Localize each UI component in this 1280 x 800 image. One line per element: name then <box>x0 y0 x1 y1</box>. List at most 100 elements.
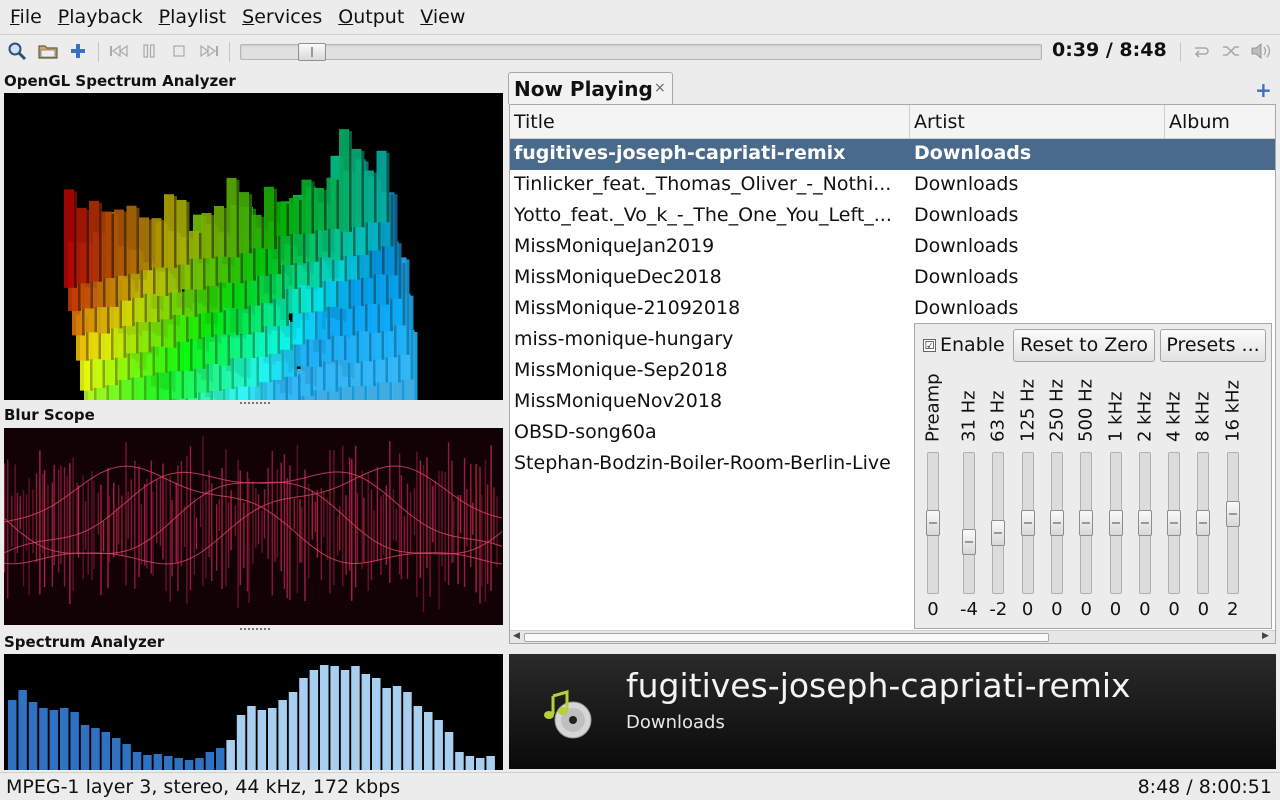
playlist-row[interactable]: fugitives-joseph-capriati-remix Downloads <box>510 139 1275 170</box>
band-value: 0 <box>1139 599 1151 620</box>
column-title[interactable]: Title <box>510 105 910 139</box>
scroll-right-icon[interactable]: ▶ <box>1262 631 1269 641</box>
playlist-row[interactable]: MissMonique-21092018 Downloads <box>510 294 1275 325</box>
tab-now-playing[interactable]: Now Playing × <box>508 72 673 104</box>
track-title: miss-monique-hungary <box>514 328 734 350</box>
menu-playlist[interactable]: Playlist <box>159 6 227 28</box>
slider-handle[interactable] <box>1225 500 1240 527</box>
time-display: 0:39 / 8:48 <box>1052 39 1167 61</box>
band-value: -2 <box>989 599 1008 620</box>
open-folder-icon[interactable] <box>37 40 59 62</box>
band-slider[interactable] <box>1108 452 1123 594</box>
band-label: 31 Hz <box>958 390 980 442</box>
slider-handle[interactable] <box>962 529 976 555</box>
total-time: 8:48 / 8:00:51 <box>1137 776 1272 798</box>
scroll-left-icon[interactable]: ◀ <box>513 631 520 641</box>
blur-scope-title: Blur Scope <box>4 406 95 424</box>
slider-handle[interactable] <box>1137 510 1152 536</box>
band-value: 0 <box>1197 599 1210 620</box>
track-title: MissMoniqueJan2019 <box>514 235 715 257</box>
slider-handle[interactable] <box>1049 510 1064 536</box>
slider-handle[interactable] <box>926 510 940 536</box>
band-slider[interactable] <box>1137 452 1152 594</box>
column-album[interactable]: Album <box>1165 105 1275 139</box>
stop-icon[interactable] <box>168 40 190 62</box>
band-slider[interactable] <box>1049 452 1064 594</box>
track-artist: Downloads <box>914 297 1019 319</box>
band-value: 0 <box>1051 599 1063 620</box>
enable-label[interactable]: Enable <box>940 334 1005 356</box>
menu-playback[interactable]: Playback <box>58 6 143 28</box>
menu-output[interactable]: Output <box>338 6 404 28</box>
playlist-row[interactable]: MissMoniqueDec2018 Downloads <box>510 263 1275 294</box>
slider-handle[interactable] <box>1079 510 1094 536</box>
stream-format: MPEG-1 layer 3, stereo, 44 kHz, 172 kbps <box>6 776 401 798</box>
presets-button[interactable]: Presets ... <box>1160 329 1266 362</box>
next-icon[interactable] <box>198 40 220 62</box>
repeat-icon[interactable] <box>1190 40 1212 62</box>
band-value: 2 <box>1226 599 1239 620</box>
band-slider[interactable] <box>1196 452 1211 594</box>
playlist-row[interactable]: Yotto_feat._Vo_k_-_The_One_You_Left_... D… <box>510 201 1275 232</box>
slider-handle[interactable] <box>1020 510 1035 536</box>
menu-bar: File Playback Playlist Services Output View <box>0 0 1280 35</box>
track-artist: Downloads <box>914 266 1019 288</box>
band-value: 0 <box>1109 599 1122 620</box>
now-playing-panel: fugitives-joseph-capriati-remix Download… <box>509 654 1276 769</box>
pause-icon[interactable] <box>138 40 160 62</box>
band-slider[interactable] <box>1167 452 1182 594</box>
band-label: 63 Hz <box>987 390 1009 442</box>
menu-file[interactable]: File <box>10 6 42 28</box>
band-label: 500 Hz <box>1075 378 1097 442</box>
band-label: 4 kHz <box>1163 391 1185 442</box>
band-label: 1 kHz <box>1105 391 1126 442</box>
band-slider[interactable] <box>962 452 976 594</box>
track-title: MissMonique-Sep2018 <box>514 359 728 381</box>
column-artist[interactable]: Artist <box>910 105 1165 139</box>
horizontal-scrollbar[interactable]: ◀ ▶ <box>510 630 1275 643</box>
menu-view[interactable]: View <box>420 6 465 28</box>
now-playing-artist: Downloads <box>626 712 725 733</box>
add-tab-icon[interactable]: + <box>1255 78 1272 102</box>
seek-bar[interactable] <box>240 43 1042 61</box>
reset-to-zero-button[interactable]: Reset to Zero <box>1013 329 1155 362</box>
shuffle-icon[interactable] <box>1220 40 1242 62</box>
band-slider[interactable] <box>1020 452 1035 594</box>
opengl-spectrum-analyzer <box>4 93 503 400</box>
band-value: 0 <box>1168 599 1180 620</box>
track-title: Yotto_feat._Vo_k_-_The_One_You_Left_... <box>514 204 892 226</box>
playlist-row[interactable]: Tinlicker_feat._Thomas_Oliver_-_Nothi...… <box>510 170 1275 201</box>
menu-services[interactable]: Services <box>242 6 322 28</box>
slider-handle[interactable] <box>991 519 1006 546</box>
now-playing-title: fugitives-joseph-capriati-remix <box>626 666 1131 705</box>
band-value: 0 <box>1021 599 1034 620</box>
pane-resize-handle[interactable] <box>240 402 270 405</box>
toolbar: 0:39 / 8:48 <box>0 36 1280 68</box>
spectrum-analyzer-title: Spectrum Analyzer <box>4 633 165 651</box>
slider-handle[interactable] <box>1167 510 1182 536</box>
previous-icon[interactable] <box>108 40 130 62</box>
track-title: MissMoniqueDec2018 <box>514 266 722 288</box>
add-icon[interactable] <box>67 40 89 62</box>
track-title: fugitives-joseph-capriati-remix <box>514 142 846 164</box>
track-title: Tinlicker_feat._Thomas_Oliver_-_Nothi... <box>514 173 892 195</box>
equalizer-panel: ☑ Enable Reset to Zero Presets ... Pream… <box>914 323 1272 629</box>
pane-resize-handle[interactable] <box>240 628 270 631</box>
playlist-row[interactable]: MissMoniqueJan2019 Downloads <box>510 232 1275 263</box>
band-label: 2 kHz <box>1134 391 1156 442</box>
close-icon[interactable]: × <box>654 80 666 96</box>
track-artist: Downloads <box>914 142 1032 164</box>
slider-handle[interactable] <box>1108 510 1123 536</box>
band-slider[interactable] <box>1225 452 1240 594</box>
band-label: 8 kHz <box>1192 391 1214 442</box>
preamp-slider[interactable] <box>926 452 940 594</box>
search-icon[interactable] <box>6 40 28 62</box>
enable-checkbox[interactable]: ☑ <box>923 339 936 352</box>
seek-handle[interactable] <box>298 43 327 61</box>
blur-scope <box>4 428 503 625</box>
scrollbar-thumb[interactable] <box>524 633 1049 642</box>
band-slider[interactable] <box>1079 452 1094 594</box>
slider-handle[interactable] <box>1196 510 1211 536</box>
band-slider[interactable] <box>991 452 1006 594</box>
volume-icon[interactable] <box>1250 40 1272 62</box>
